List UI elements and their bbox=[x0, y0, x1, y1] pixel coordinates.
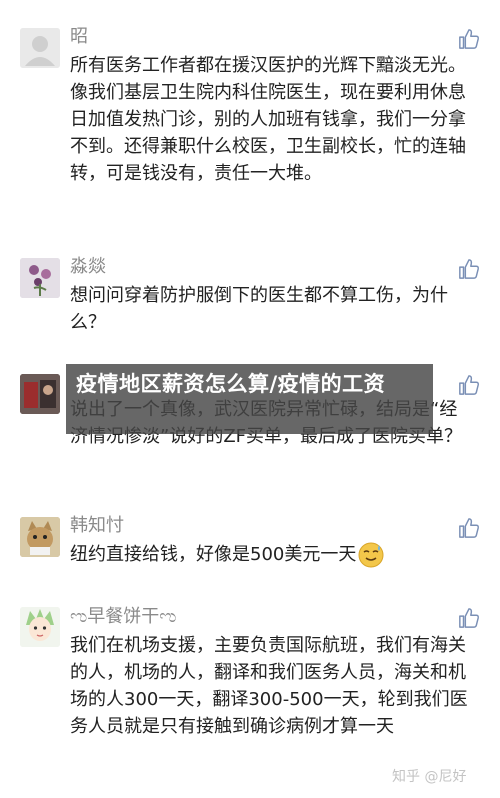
comment-item: 韩知忖 纽约直接给钱，好像是500美元一天 bbox=[0, 500, 500, 600]
sweat-smile-emoji-icon bbox=[358, 542, 384, 568]
comment-item: 淼燚 想问问穿着防护服倒下的医生都不算工伤，为什么？ bbox=[0, 240, 500, 360]
comment-text: 纽约直接给钱，好像是500美元一天 bbox=[70, 541, 475, 568]
comment-author[interactable]: 淼燚 bbox=[70, 256, 106, 278]
anime-avatar-icon bbox=[20, 607, 60, 647]
flower-avatar-icon bbox=[20, 258, 60, 298]
thumbs-up-icon[interactable] bbox=[458, 517, 480, 539]
name-decoration-right: ಌ bbox=[159, 606, 177, 627]
comment-text: 我们在机场支援，主要负责国际航班，我们有海关的人，机场的人，翻译和我们医务人员，… bbox=[70, 635, 468, 737]
avatar[interactable] bbox=[20, 28, 60, 68]
comment-text: 所有医务工作者都在援汉医护的光辉下黯淡无光。像我们基层卫生院内科住院医生，现在要… bbox=[70, 55, 466, 184]
comment-author[interactable]: 韩知忖 bbox=[70, 515, 124, 537]
avatar[interactable] bbox=[20, 258, 60, 298]
thumbs-up-icon[interactable] bbox=[458, 258, 480, 280]
thumbs-up-icon[interactable] bbox=[458, 374, 480, 396]
zhihu-watermark: 知乎 @尼好 bbox=[392, 769, 467, 785]
photo-avatar-icon bbox=[20, 374, 60, 414]
comment-text-content: 纽约直接给钱，好像是500美元一天 bbox=[70, 544, 357, 565]
thumbs-up-icon[interactable] bbox=[458, 607, 480, 629]
comment-text: 想问问穿着防护服倒下的医生都不算工伤，为什么？ bbox=[70, 285, 448, 333]
name-decoration-left: ಌ bbox=[70, 606, 88, 627]
overlay-title: 疫情地区薪资怎么算/疫情的工资 bbox=[76, 372, 386, 396]
cat-avatar-icon bbox=[20, 517, 60, 557]
comment-author-text: 早餐饼干 bbox=[87, 606, 160, 627]
avatar[interactable] bbox=[20, 607, 60, 647]
comment-author[interactable]: 昭 bbox=[70, 26, 88, 48]
comment-author[interactable]: ಌ早餐饼干ಌ bbox=[70, 606, 177, 628]
avatar[interactable] bbox=[20, 517, 60, 557]
thumbs-up-icon[interactable] bbox=[458, 28, 480, 50]
default-avatar-icon bbox=[20, 28, 60, 68]
comment-item: 昭 所有医务工作者都在援汉医护的光辉下黯淡无光。像我们基层卫生院内科住院医生，现… bbox=[0, 0, 500, 240]
avatar[interactable] bbox=[20, 374, 60, 414]
